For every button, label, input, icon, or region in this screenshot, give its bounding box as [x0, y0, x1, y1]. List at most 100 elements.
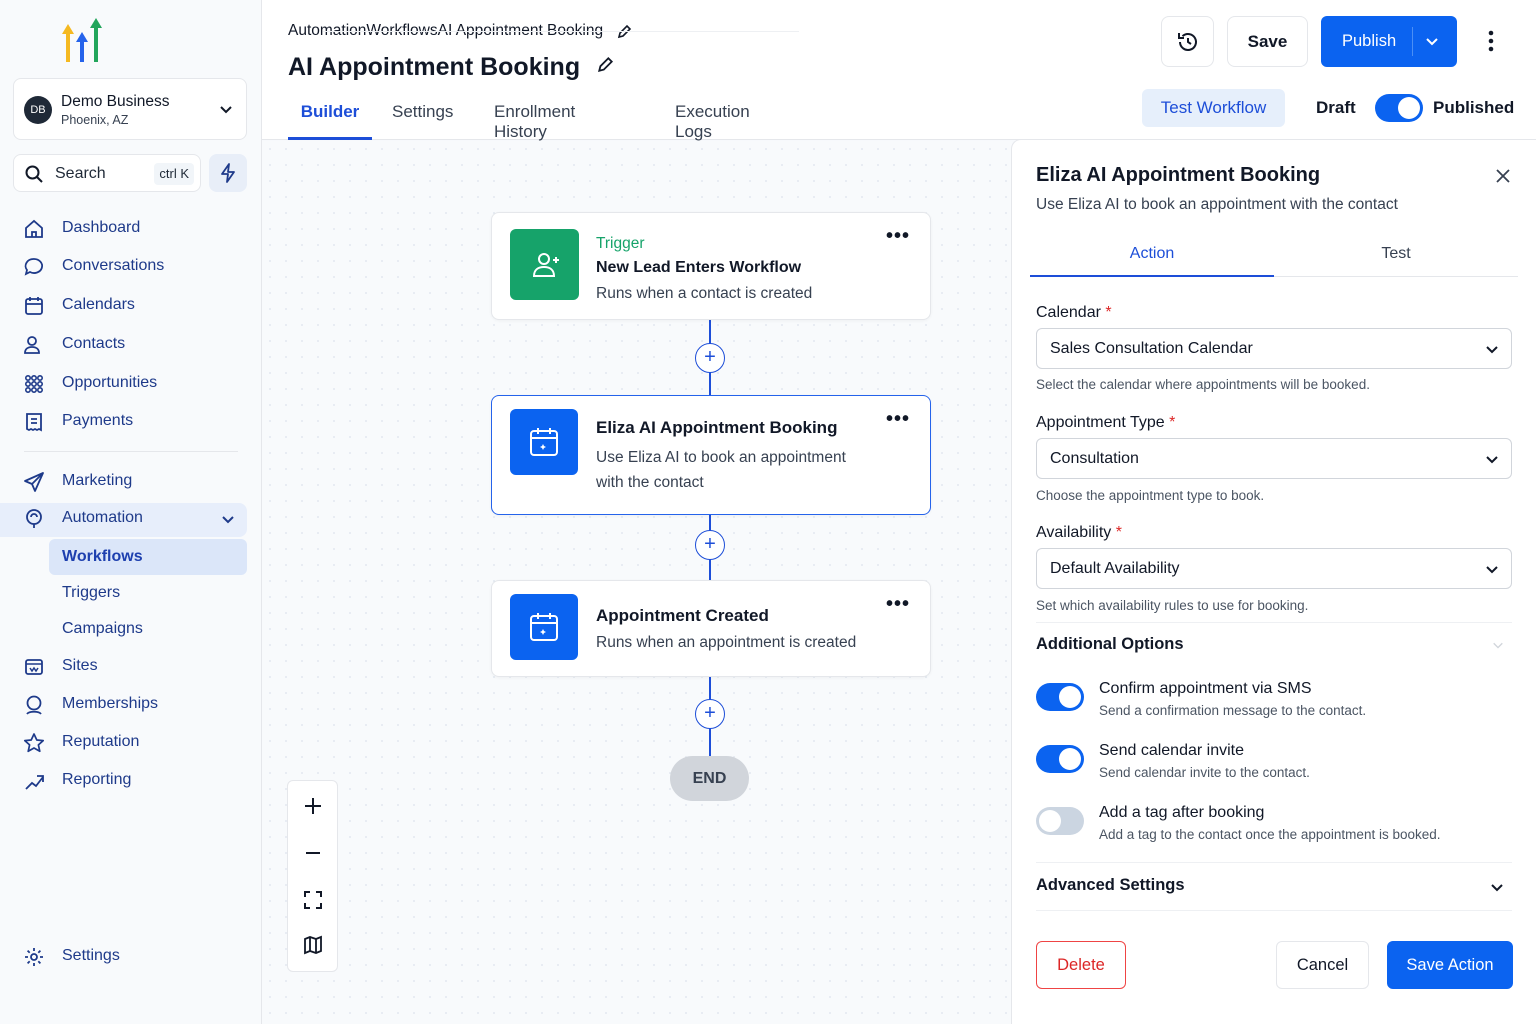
fit-view-icon[interactable]: [302, 889, 324, 911]
calendar-hint: Select the calendar where appointments w…: [1036, 377, 1370, 392]
add-step-button[interactable]: +: [695, 699, 725, 729]
calendar-label-text: Calendar: [1036, 304, 1101, 321]
tab-test[interactable]: Test: [1274, 245, 1518, 277]
sidebar-item-sites[interactable]: Sites: [0, 651, 262, 683]
option-description: Send a confirmation message to the conta…: [1099, 703, 1367, 718]
home-icon: [25, 219, 43, 238]
panel-tabs: Action Test: [1030, 245, 1518, 277]
advanced-settings-header[interactable]: Advanced Settings: [1036, 876, 1512, 895]
sidebar-subitem-label: Workflows: [62, 548, 143, 565]
business-location: Phoenix, AZ: [61, 113, 129, 127]
save-button[interactable]: Save: [1227, 16, 1308, 67]
sidebar: DB Demo Business Phoenix, AZ Search ctrl…: [0, 0, 262, 1024]
action-config-panel: Eliza AI Appointment Booking Use Eliza A…: [1011, 139, 1536, 1024]
availability-value: Default Availability: [1050, 560, 1180, 577]
minimap-icon[interactable]: [302, 934, 324, 956]
search-input[interactable]: Search ctrl K: [13, 154, 201, 192]
confirm-sms-toggle[interactable]: [1036, 683, 1084, 711]
add-step-button[interactable]: +: [695, 530, 725, 560]
sidebar-item-automation[interactable]: Automation: [0, 503, 247, 537]
advanced-settings-title: Advanced Settings: [1036, 876, 1185, 894]
sidebar-item-conversations[interactable]: Conversations: [0, 251, 262, 283]
save-action-button[interactable]: Save Action: [1387, 941, 1513, 989]
tab-action[interactable]: Action: [1030, 245, 1274, 277]
search-icon: [25, 165, 43, 183]
breadcrumb: Automation Workflows AI Appointment Book…: [288, 22, 799, 40]
calendar-invite-toggle[interactable]: [1036, 745, 1084, 773]
trigger-node[interactable]: Trigger New Lead Enters Workflow Runs wh…: [491, 212, 931, 320]
cancel-button[interactable]: Cancel: [1276, 941, 1369, 989]
node-menu-icon[interactable]: •••: [886, 594, 910, 614]
calendar-select[interactable]: Sales Consultation Calendar: [1036, 328, 1512, 369]
more-options-icon[interactable]: [1482, 28, 1500, 54]
calendar-icon: [530, 613, 558, 641]
sidebar-item-calendars[interactable]: Calendars: [0, 290, 262, 322]
appointment-type-hint: Choose the appointment type to book.: [1036, 488, 1265, 503]
test-workflow-button[interactable]: Test Workflow: [1142, 89, 1285, 127]
required-marker: *: [1169, 414, 1176, 431]
sidebar-item-label: Settings: [62, 947, 120, 964]
action-title: Eliza AI Appointment Booking: [596, 418, 838, 437]
chevron-down-icon: [222, 516, 234, 524]
business-switcher[interactable]: DB Demo Business Phoenix, AZ: [13, 78, 247, 140]
sidebar-item-label: Sites: [62, 657, 98, 674]
chevron-down-icon: [1493, 642, 1503, 649]
business-name: Demo Business: [61, 93, 170, 110]
chevron-down-icon: [1486, 566, 1498, 574]
node-menu-icon[interactable]: •••: [886, 226, 910, 246]
appointment-type-select[interactable]: Consultation: [1036, 438, 1512, 479]
add-step-button[interactable]: +: [695, 343, 725, 373]
panel-title: Eliza AI Appointment Booking: [1036, 164, 1321, 186]
sidebar-item-contacts[interactable]: Contacts: [0, 329, 262, 361]
grid-icon: [24, 374, 44, 394]
sidebar-item-marketing[interactable]: Marketing: [0, 466, 262, 498]
sidebar-subitem-workflows[interactable]: Workflows: [49, 539, 247, 575]
trigger-node-appointment[interactable]: Appointment Created Runs when an appoint…: [491, 580, 931, 677]
history-button[interactable]: [1161, 16, 1214, 67]
zoom-out-icon[interactable]: [302, 842, 324, 864]
option-confirm-sms: Confirm appointment via SMS Send a confi…: [1036, 680, 1512, 724]
published-label: Published: [1433, 98, 1515, 117]
publish-toggle[interactable]: [1375, 94, 1423, 122]
action-node-icon-box: [510, 409, 578, 475]
sidebar-item-memberships[interactable]: Memberships: [0, 689, 262, 721]
quick-action-button[interactable]: [209, 154, 247, 192]
sidebar-item-reporting[interactable]: Reporting: [0, 765, 262, 797]
sidebar-item-label: Contacts: [62, 335, 126, 352]
calendar-label: Calendar *: [1036, 304, 1112, 322]
publish-button[interactable]: Publish: [1321, 16, 1457, 67]
pencil-icon[interactable]: [597, 56, 614, 73]
action-description: Use Eliza AI to book an appointment with…: [596, 449, 846, 491]
chevron-down-icon: [1486, 456, 1498, 464]
add-user-icon: [532, 253, 559, 277]
tab-execution-logs[interactable]: Execution Logs: [675, 100, 750, 141]
receipt-icon: [26, 413, 42, 432]
zoom-in-icon[interactable]: [302, 795, 324, 817]
close-icon[interactable]: [1495, 168, 1511, 184]
tab-builder[interactable]: Builder: [288, 100, 372, 140]
tab-enrollment-history[interactable]: Enrollment History: [494, 100, 575, 141]
action-node-selected[interactable]: Eliza AI Appointment Booking Use Eliza A…: [491, 395, 931, 515]
sidebar-item-opportunities[interactable]: Opportunities: [0, 368, 262, 400]
add-tag-toggle[interactable]: [1036, 807, 1084, 835]
sidebar-item-payments[interactable]: Payments: [0, 406, 262, 438]
search-shortcut: ctrl K: [154, 163, 194, 185]
sidebar-subitem-campaigns[interactable]: Campaigns: [49, 611, 247, 647]
option-add-tag: Add a tag after booking Add a tag to the…: [1036, 804, 1512, 848]
appointment-node-icon-box: [510, 594, 578, 660]
sidebar-item-dashboard[interactable]: Dashboard: [0, 213, 262, 245]
chevron-down-icon[interactable]: [1425, 34, 1439, 48]
sidebar-item-settings[interactable]: Settings: [0, 941, 262, 973]
tab-settings[interactable]: Settings: [392, 100, 453, 140]
calendar-select-value: Sales Consultation Calendar: [1050, 340, 1253, 357]
sidebar-item-reputation[interactable]: Reputation: [0, 727, 262, 759]
appointment-type-label: Appointment Type *: [1036, 414, 1175, 432]
app-logo: [62, 18, 102, 62]
page-title-text: AI Appointment Booking: [288, 53, 581, 81]
chevron-down-icon: [1486, 346, 1498, 354]
additional-options-header[interactable]: Additional Options: [1036, 635, 1512, 654]
sidebar-subitem-triggers[interactable]: Triggers: [49, 575, 247, 611]
delete-button[interactable]: Delete: [1036, 941, 1126, 989]
availability-select[interactable]: Default Availability: [1036, 548, 1512, 589]
node-menu-icon[interactable]: •••: [886, 409, 910, 429]
